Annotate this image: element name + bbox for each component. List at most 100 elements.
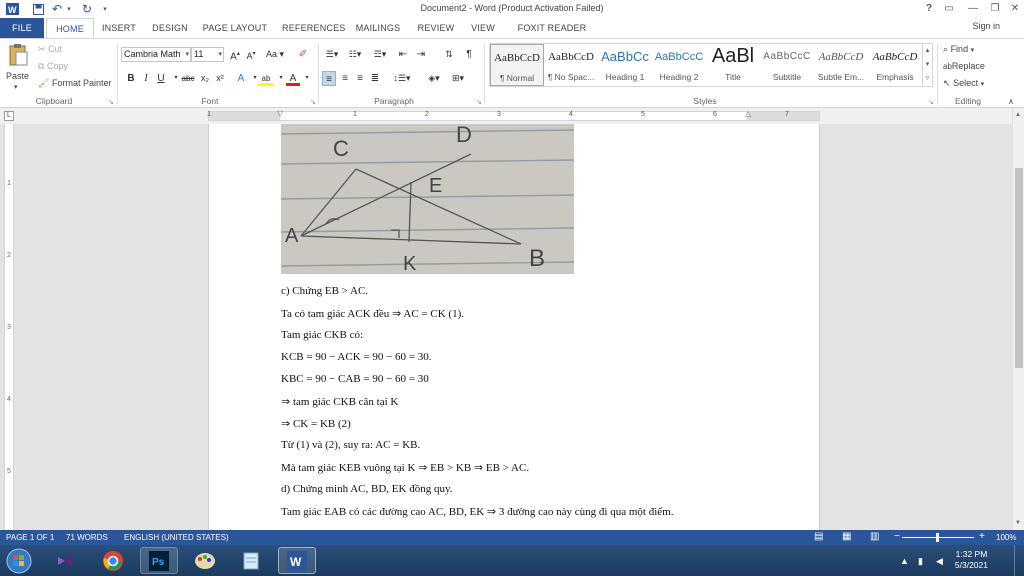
paint-icon[interactable] (186, 547, 224, 574)
shrink-font-icon[interactable]: A▾ (244, 47, 258, 62)
find-button[interactable]: ⌕ Find ▾ (943, 42, 974, 58)
collapse-ribbon-icon[interactable]: ∧ (1008, 95, 1014, 109)
tab-foxit-reader-pdf[interactable]: FOXIT READER PDF (510, 18, 594, 53)
doc-paragraph[interactable]: KBC = 90 − CAB = 90 − 60 = 30 (281, 373, 429, 385)
clipboard-launcher-icon[interactable]: ↘ (108, 98, 114, 106)
replace-button[interactable]: abReplace (943, 59, 985, 74)
start-button[interactable] (2, 547, 36, 574)
vertical-scrollbar[interactable]: ▲ ▼ (1012, 108, 1024, 530)
align-left-icon[interactable]: ≡ (322, 71, 336, 86)
scroll-up-icon[interactable]: ▲ (1015, 112, 1021, 118)
font-name-dropdown[interactable]: Cambria Math ▾ (121, 47, 191, 62)
bold-button[interactable]: B (124, 71, 138, 86)
doc-paragraph[interactable]: Tam giác CKB có: (281, 329, 363, 341)
minimize-icon[interactable]: — (962, 1, 984, 17)
show-hidden-icons[interactable]: ▲ (900, 554, 909, 568)
zoom-level[interactable]: 100% (996, 533, 1016, 542)
ribbon-display-options-icon[interactable]: ▭ (938, 1, 960, 17)
show-formatting-marks-icon[interactable]: ¶ (462, 47, 476, 62)
doc-paragraph[interactable]: ⇒ CK = KB (2) (281, 417, 351, 430)
tab-design[interactable]: DESIGN (150, 18, 190, 38)
style-title[interactable]: AaBl Title (706, 44, 760, 86)
scroll-down-icon[interactable]: ▼ (1015, 520, 1021, 526)
tab-review[interactable]: REVIEW (416, 18, 456, 38)
gallery-scroll-up-icon[interactable]: ▴ (922, 44, 932, 58)
help-icon[interactable]: ? (918, 1, 940, 17)
sign-in-link[interactable]: Sign in (972, 21, 1000, 31)
decrease-indent-icon[interactable]: ⇤ (396, 47, 410, 62)
gallery-scroll-down-icon[interactable]: ▾ (922, 58, 932, 72)
doc-paragraph[interactable]: c) Chứng EB > AC. (281, 285, 368, 297)
notepad-icon[interactable] (232, 547, 270, 574)
font-size-dropdown[interactable]: 11 ▾ (191, 47, 224, 62)
change-case-button[interactable]: Aa ▾ (264, 47, 286, 62)
tab-references[interactable]: REFERENCES (282, 18, 345, 38)
tab-view[interactable]: VIEW (468, 18, 498, 38)
network-icon[interactable]: ▮ (918, 554, 923, 568)
vertical-ruler[interactable]: 1 2 3 4 5 (4, 124, 14, 530)
borders-icon[interactable]: ⊞▾ (448, 71, 468, 86)
tab-selector-icon[interactable]: L (4, 111, 14, 121)
shading-icon[interactable]: ◈▾ (424, 71, 444, 86)
doc-paragraph[interactable]: Từ (1) và (2), suy ra: AC = KB. (281, 439, 420, 451)
document-page[interactable]: C D E A K B c) Chứng EB > AC. Ta có tam … (208, 124, 820, 530)
font-color-button[interactable]: A (286, 71, 300, 86)
doc-paragraph[interactable]: Ta có tam giác ACK đều ⇒ AC = CK (1). (281, 307, 464, 320)
tab-insert[interactable]: INSERT (100, 18, 138, 38)
font-color-dropdown-icon[interactable]: ▾ (300, 71, 314, 86)
paragraph-launcher-icon[interactable]: ↘ (476, 98, 482, 106)
gallery-more-icon[interactable]: ▿ (922, 72, 932, 86)
web-layout-icon[interactable]: ▥ (870, 531, 879, 542)
grow-font-icon[interactable]: A▴ (228, 47, 242, 62)
right-indent-icon[interactable]: △ (745, 109, 751, 118)
language-indicator[interactable]: ENGLISH (UNITED STATES) (124, 533, 229, 542)
visual-studio-icon[interactable] (46, 547, 84, 574)
highlight-button[interactable]: ab (258, 71, 274, 86)
sort-icon[interactable]: ⇅ (442, 47, 456, 62)
style-subtitle[interactable]: AaBbCcC Subtitle (760, 44, 814, 86)
strikethrough-button[interactable]: abc (179, 71, 197, 86)
italic-button[interactable]: I (139, 71, 153, 86)
format-painter-button[interactable]: 🖌 Format Painter (38, 76, 111, 90)
chrome-icon[interactable] (94, 547, 132, 574)
subscript-button[interactable]: x₂ (198, 71, 212, 86)
scroll-thumb[interactable] (1015, 168, 1023, 368)
align-right-icon[interactable]: ≡ (353, 71, 367, 86)
style-normal[interactable]: AaBbCcD ¶ Normal (490, 44, 544, 86)
cut-button[interactable]: ✂ Cut (38, 42, 62, 56)
superscript-button[interactable]: x² (213, 71, 227, 86)
doc-paragraph[interactable]: ⇒ tam giác CKB cân tại K (281, 395, 398, 408)
doc-paragraph[interactable]: d) Chứng minh AC, BD, EK đồng quy. (281, 483, 452, 495)
paste-icon[interactable] (8, 43, 30, 69)
style-heading-1[interactable]: AaBbCc Heading 1 (598, 44, 652, 86)
show-desktop-button[interactable] (1014, 545, 1024, 576)
horizontal-ruler[interactable]: 1 ▽ 1 2 3 4 5 6 △ 7 (207, 109, 820, 121)
doc-paragraph[interactable]: Tam giác EAB có các đường cao AC, BD, EK… (281, 505, 673, 518)
volume-icon[interactable]: ◀ (936, 554, 943, 568)
styles-launcher-icon[interactable]: ↘ (928, 98, 934, 106)
photoshop-icon[interactable]: Ps (140, 547, 178, 574)
style-subtle-emphasis[interactable]: AaBbCcD Subtle Em... (814, 44, 868, 86)
increase-indent-icon[interactable]: ⇥ (414, 47, 428, 62)
numbering-icon[interactable]: ☷▾ (345, 47, 365, 62)
page-count[interactable]: PAGE 1 OF 1 (6, 533, 54, 542)
system-clock[interactable]: 1:32 PM 5/3/2021 (955, 549, 988, 571)
doc-paragraph[interactable]: Mà tam giác KEB vuông tại K ⇒ EB > KB ⇒ … (281, 461, 529, 474)
select-button[interactable]: ↖ Select ▾ (943, 76, 984, 92)
style-heading-2[interactable]: AaBbCcC Heading 2 (652, 44, 706, 86)
tab-home[interactable]: HOME (46, 18, 94, 39)
first-line-indent-icon[interactable]: ▽ (277, 109, 283, 118)
close-icon[interactable]: ✕ (1004, 1, 1024, 17)
font-launcher-icon[interactable]: ↘ (310, 98, 316, 106)
zoom-slider-thumb[interactable] (936, 533, 939, 542)
zoom-in-button[interactable]: + (979, 531, 985, 542)
tab-file[interactable]: FILE (0, 18, 44, 38)
restore-icon[interactable]: ❐ (984, 1, 1006, 17)
tab-page-layout[interactable]: PAGE LAYOUT (202, 18, 268, 38)
text-effects-icon[interactable]: A (234, 71, 248, 86)
zoom-out-button[interactable]: − (894, 531, 900, 542)
copy-button[interactable]: ⧉ Copy (38, 59, 68, 73)
multilevel-list-icon[interactable]: ☲▾ (369, 47, 391, 62)
read-mode-icon[interactable]: ▤ (814, 531, 823, 542)
doc-paragraph[interactable]: KCB = 90 − ACK = 90 − 60 = 30. (281, 351, 432, 363)
